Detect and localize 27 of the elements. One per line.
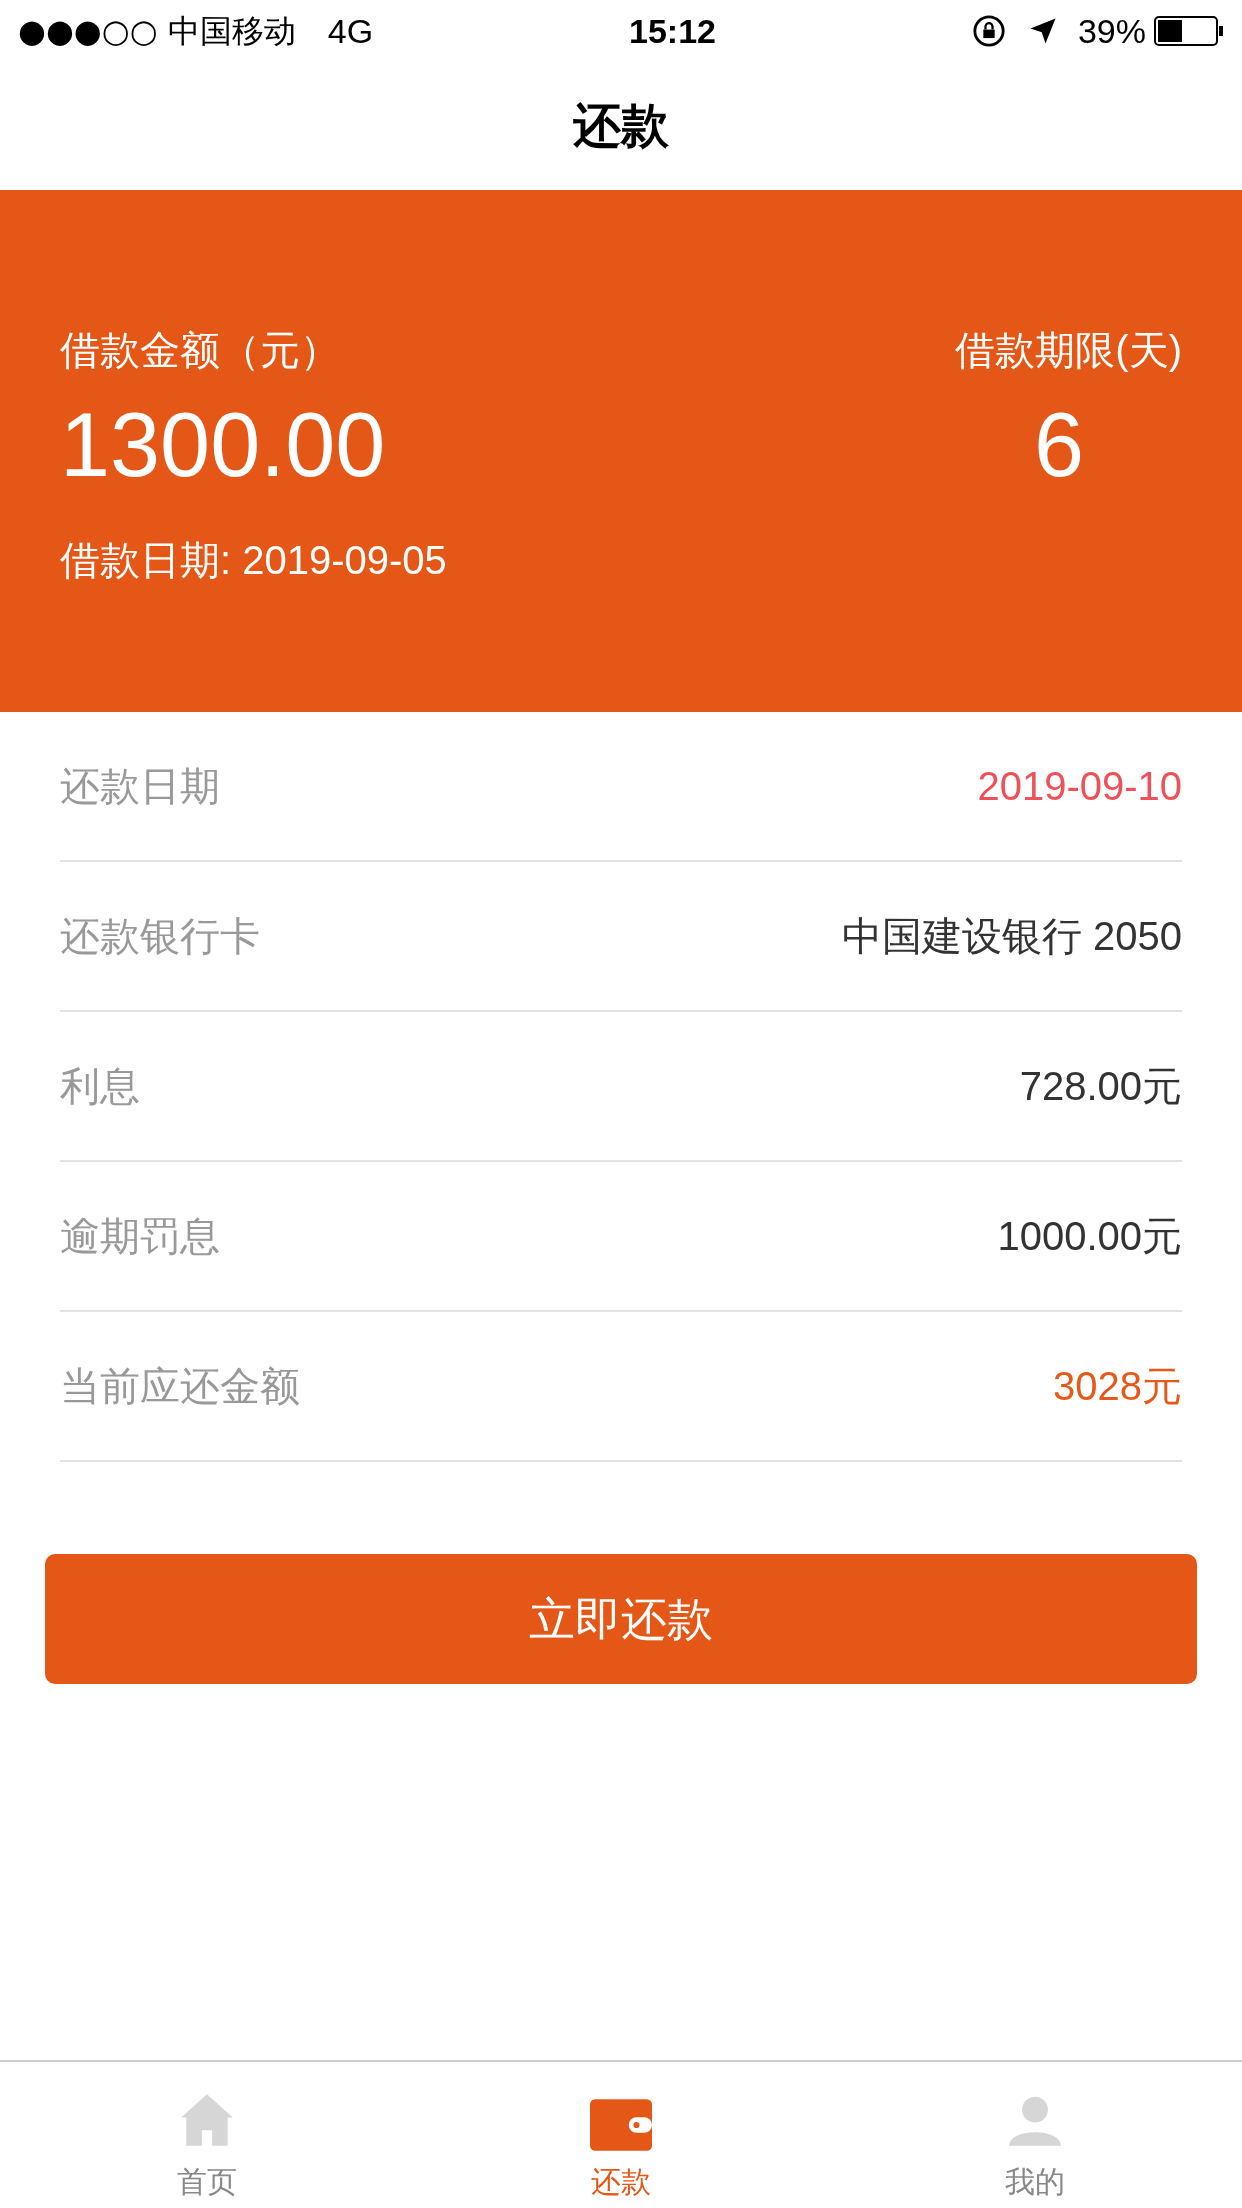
row-value: 2019-09-10 — [977, 763, 1182, 810]
battery-icon — [1154, 16, 1224, 46]
tab-item[interactable]: 我的 — [828, 2062, 1242, 2208]
loan-term: 6 — [1032, 394, 1086, 497]
pay-now-button[interactable]: 立即还款 — [45, 1554, 1197, 1684]
row-value: 3028元 — [1053, 1363, 1182, 1410]
rotation-lock-icon — [971, 14, 1006, 48]
row-label: 逾期罚息 — [60, 1213, 220, 1260]
page-title: 还款 — [573, 98, 669, 154]
row-label: 还款银行卡 — [60, 913, 260, 960]
term-label: 借款期限(天) — [955, 327, 1182, 374]
network-type: 4G — [327, 10, 374, 52]
row-label: 还款日期 — [60, 763, 220, 810]
row-label: 利息 — [60, 1063, 140, 1110]
row-value: 中国建设银行 2050 — [841, 913, 1182, 960]
loan-date: 借款日期: 2019-09-05 — [60, 537, 448, 584]
loan-amount: 1300.00 — [60, 394, 386, 497]
amount-label: 借款金额（元） — [60, 327, 340, 374]
carrier: ●●●○○ 中国移动 — [18, 11, 296, 52]
row-value: 728.00元 — [1019, 1063, 1182, 1110]
tab-item[interactable]: 首页 — [0, 2062, 414, 2208]
wallet-icon — [590, 2099, 652, 2151]
clock: 15:12 — [629, 10, 716, 52]
battery-percent: 39% — [1077, 10, 1146, 52]
row-value: 1000.00元 — [997, 1213, 1182, 1260]
row-label: 当前应还金额 — [60, 1363, 300, 1410]
tab-item[interactable]: 还款 — [414, 2062, 828, 2208]
